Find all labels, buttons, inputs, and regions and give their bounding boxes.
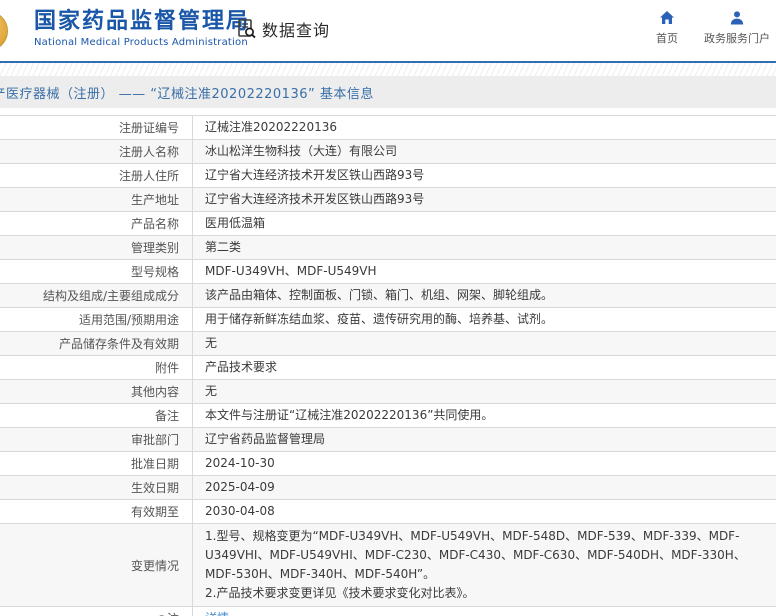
row-value: 产品技术要求	[205, 360, 278, 374]
document-search-icon	[238, 19, 256, 39]
nav-portal[interactable]: 政务服务门户	[704, 10, 770, 46]
row-label: ●注	[0, 607, 193, 616]
data-query-section[interactable]: 数据查询	[237, 17, 330, 41]
row-label: 有效期至	[0, 500, 193, 523]
row-value: 2025-04-09	[205, 480, 275, 494]
row-label: 适用范围/预期用途	[0, 308, 193, 331]
brand-title-en: National Medical Products Administration	[34, 37, 248, 48]
row-value: 辽械注准20202220136	[205, 120, 337, 134]
row-label: 产品储存条件及有效期	[0, 332, 193, 355]
brand-title-cn: 国家药品监督管理局	[34, 9, 251, 34]
row-value: 2030-04-08	[205, 504, 275, 518]
nav-home-label: 首页	[656, 32, 678, 45]
row-value: 辽宁省大连经济技术开发区铁山西路93号	[205, 192, 425, 206]
table-row: 生效日期 2025-04-09	[0, 476, 776, 500]
row-label: 注册证编号	[0, 116, 193, 139]
table-row: 产品储存条件及有效期 无	[0, 332, 776, 356]
home-icon	[660, 11, 674, 24]
row-label: 备注	[0, 404, 193, 427]
row-label: 注册人名称	[0, 140, 193, 163]
row-value: 2024-10-30	[205, 456, 275, 470]
table-row: 产品名称 医用低温箱	[0, 212, 776, 236]
row-value: 医用低温箱	[205, 216, 266, 230]
table-row: 备注 本文件与注册证“辽械注准20202220136”共同使用。	[0, 404, 776, 428]
row-value: 辽宁省药品监督管理局	[205, 432, 326, 446]
table-row: 批准日期 2024-10-30	[0, 452, 776, 476]
row-label: 批准日期	[0, 452, 193, 475]
breadcrumb: 国产医疗器械（注册） —— “辽械注准20202220136” 基本信息	[0, 86, 374, 102]
table-row: 生产地址 辽宁省大连经济技术开发区铁山西路93号	[0, 188, 776, 212]
row-value: 无	[205, 336, 218, 350]
row-value: 1.型号、规格变更为“MDF-U349VH、MDF-U549VH、MDF-548…	[205, 529, 746, 600]
brand-block: 国家药品监督管理局 National Medical Products Admi…	[34, 9, 250, 48]
row-value: 用于储存新鲜冻结血浆、疫苗、遗传研究用的酶、培养基、试剂。	[205, 312, 554, 326]
row-value: 无	[205, 384, 218, 398]
table-row: 其他内容 无	[0, 380, 776, 404]
table-row: 管理类别 第二类	[0, 236, 776, 260]
row-label: 其他内容	[0, 380, 193, 403]
row-label: 生产地址	[0, 188, 193, 211]
table-row: 注册人住所 辽宁省大连经济技术开发区铁山西路93号	[0, 164, 776, 188]
table-row-change-info: 变更情况 1.型号、规格变更为“MDF-U349VH、MDF-U549VH、MD…	[0, 524, 776, 607]
table-row: 审批部门 辽宁省药品监督管理局	[0, 428, 776, 452]
detail-link[interactable]: 详情	[205, 609, 229, 616]
spacer	[0, 108, 776, 115]
breadcrumb-bar: 国产医疗器械（注册） —— “辽械注准20202220136” 基本信息	[0, 76, 776, 108]
row-label: 审批部门	[0, 428, 193, 451]
nav-home[interactable]: 首页	[656, 10, 678, 46]
row-label: 生效日期	[0, 476, 193, 499]
table-row: 注册人名称 冰山松洋生物科技（大连）有限公司	[0, 140, 776, 164]
table-row: 型号规格 MDF-U349VH、MDF-U549VH	[0, 260, 776, 284]
table-row: 有效期至 2030-04-08	[0, 500, 776, 524]
row-value: MDF-U349VH、MDF-U549VH	[205, 264, 377, 278]
row-label: 结构及组成/主要组成成分	[0, 284, 193, 307]
top-navigation: 首页 政务服务门户	[656, 10, 770, 46]
row-label: 管理类别	[0, 236, 193, 259]
data-query-title: 数据查询	[262, 21, 331, 40]
hatched-divider	[0, 63, 776, 76]
top-header: 国家药品监督管理局 National Medical Products Admi…	[0, 0, 776, 63]
row-label: 变更情况	[0, 524, 193, 606]
table-row: 适用范围/预期用途 用于储存新鲜冻结血浆、疫苗、遗传研究用的酶、培养基、试剂。	[0, 308, 776, 332]
row-label: 产品名称	[0, 212, 193, 235]
table-row: 结构及组成/主要组成成分 该产品由箱体、控制面板、门锁、箱门、机组、网架、脚轮组…	[0, 284, 776, 308]
row-value: 详情	[193, 607, 776, 616]
row-value: 该产品由箱体、控制面板、门锁、箱门、机组、网架、脚轮组成。	[205, 288, 554, 302]
nav-portal-label: 政务服务门户	[704, 32, 770, 45]
table-row: 附件 产品技术要求	[0, 356, 776, 380]
row-value: 第二类	[205, 240, 242, 254]
row-value: 辽宁省大连经济技术开发区铁山西路93号	[205, 168, 425, 182]
row-value: 本文件与注册证“辽械注准20202220136”共同使用。	[205, 408, 494, 422]
row-value: 冰山松洋生物科技（大连）有限公司	[205, 144, 398, 158]
page: 国家药品监督管理局 National Medical Products Admi…	[0, 0, 776, 616]
row-label: 型号规格	[0, 260, 193, 283]
row-label: 注册人住所	[0, 164, 193, 187]
national-emblem-icon	[0, 11, 8, 51]
user-icon	[730, 11, 744, 25]
table-row: 注册证编号 辽械注准20202220136	[0, 116, 776, 140]
table-row-note: ●注 详情	[0, 607, 776, 616]
registration-info-table: 注册证编号 辽械注准20202220136 注册人名称 冰山松洋生物科技（大连）…	[0, 115, 776, 616]
row-label: 附件	[0, 356, 193, 379]
